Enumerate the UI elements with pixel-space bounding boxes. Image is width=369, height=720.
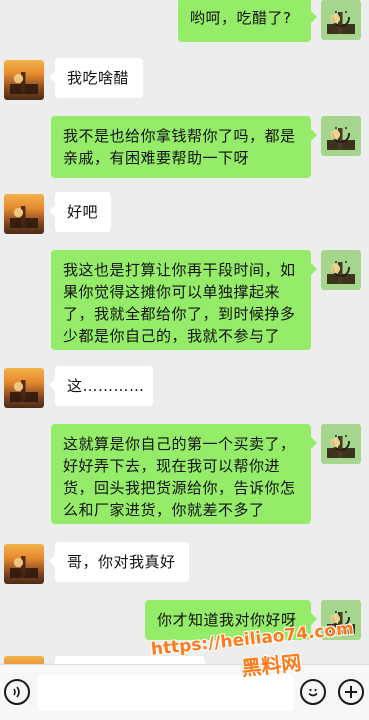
voice-icon[interactable] xyxy=(4,679,30,705)
contact-avatar[interactable] xyxy=(4,544,44,584)
message-row: 我不是也给你拿钱帮你了吗，都是亲戚，有困难要帮助一下呀 xyxy=(0,116,369,178)
message-row: 哟呵，吃醋了? xyxy=(0,0,369,44)
message-row: 好吧 xyxy=(0,192,369,236)
message-bubble-out[interactable]: 哟呵，吃醋了? xyxy=(178,0,317,42)
contact-avatar[interactable] xyxy=(4,194,44,234)
contact-avatar[interactable] xyxy=(4,656,44,664)
my-avatar[interactable] xyxy=(321,250,361,290)
message-bubble-out[interactable]: 我不是也给你拿钱帮你了吗，都是亲戚，有困难要帮助一下呀 xyxy=(51,116,317,178)
contact-avatar[interactable] xyxy=(4,368,44,408)
smile-icon xyxy=(332,435,350,451)
message-row: 我这也是打算让你再干段时间，如果你觉得这摊你可以单独撑起来了，我就全都给你了，到… xyxy=(0,250,369,350)
add-icon[interactable] xyxy=(338,679,364,705)
emoji-face-icon xyxy=(308,688,318,697)
message-bubble-in[interactable]: 哥，你对我真好 xyxy=(49,542,189,582)
emoji-icon[interactable] xyxy=(300,679,326,705)
message-bubble-in[interactable]: 好吧 xyxy=(49,192,111,232)
message-row: 我吃啥醋 xyxy=(0,58,369,102)
smile-icon xyxy=(332,261,350,277)
plus-icon xyxy=(345,686,357,698)
smile-icon xyxy=(332,127,350,143)
chat-area[interactable]: 哟呵，吃醋了? 我吃啥醋 我不是也给你拿钱帮你了吗，都是亲戚，有困难要帮助一下呀… xyxy=(0,0,369,664)
my-avatar[interactable] xyxy=(321,424,361,464)
message-bubble-in[interactable]: 我吃啥醋 xyxy=(49,58,143,98)
message-bubble-out[interactable]: 我这也是打算让你再干段时间，如果你觉得这摊你可以单独撑起来了，我就全都给你了，到… xyxy=(51,250,317,350)
message-bubble-in[interactable]: 这………… xyxy=(49,366,153,406)
message-bubble-out[interactable]: 这就算是你自己的第一个买卖了，好好弄下去，现在我可以帮你进货，回头我把货源给你，… xyxy=(51,424,317,524)
message-row: 这………… xyxy=(0,366,369,410)
contact-avatar[interactable] xyxy=(4,60,44,100)
my-avatar[interactable] xyxy=(321,0,361,40)
message-row: 这就算是你自己的第一个买卖了，好好弄下去，现在我可以帮你进货，回头我把货源给你，… xyxy=(0,424,369,524)
my-avatar[interactable] xyxy=(321,116,361,156)
smile-icon xyxy=(332,11,350,27)
message-row: 哥，你对我真好 xyxy=(0,542,369,586)
voice-wave-icon xyxy=(13,686,20,698)
